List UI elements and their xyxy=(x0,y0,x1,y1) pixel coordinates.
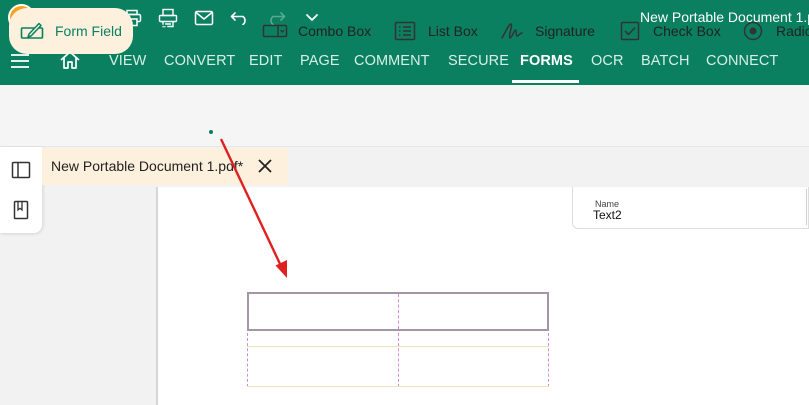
annotation-arrow-icon xyxy=(219,138,287,278)
